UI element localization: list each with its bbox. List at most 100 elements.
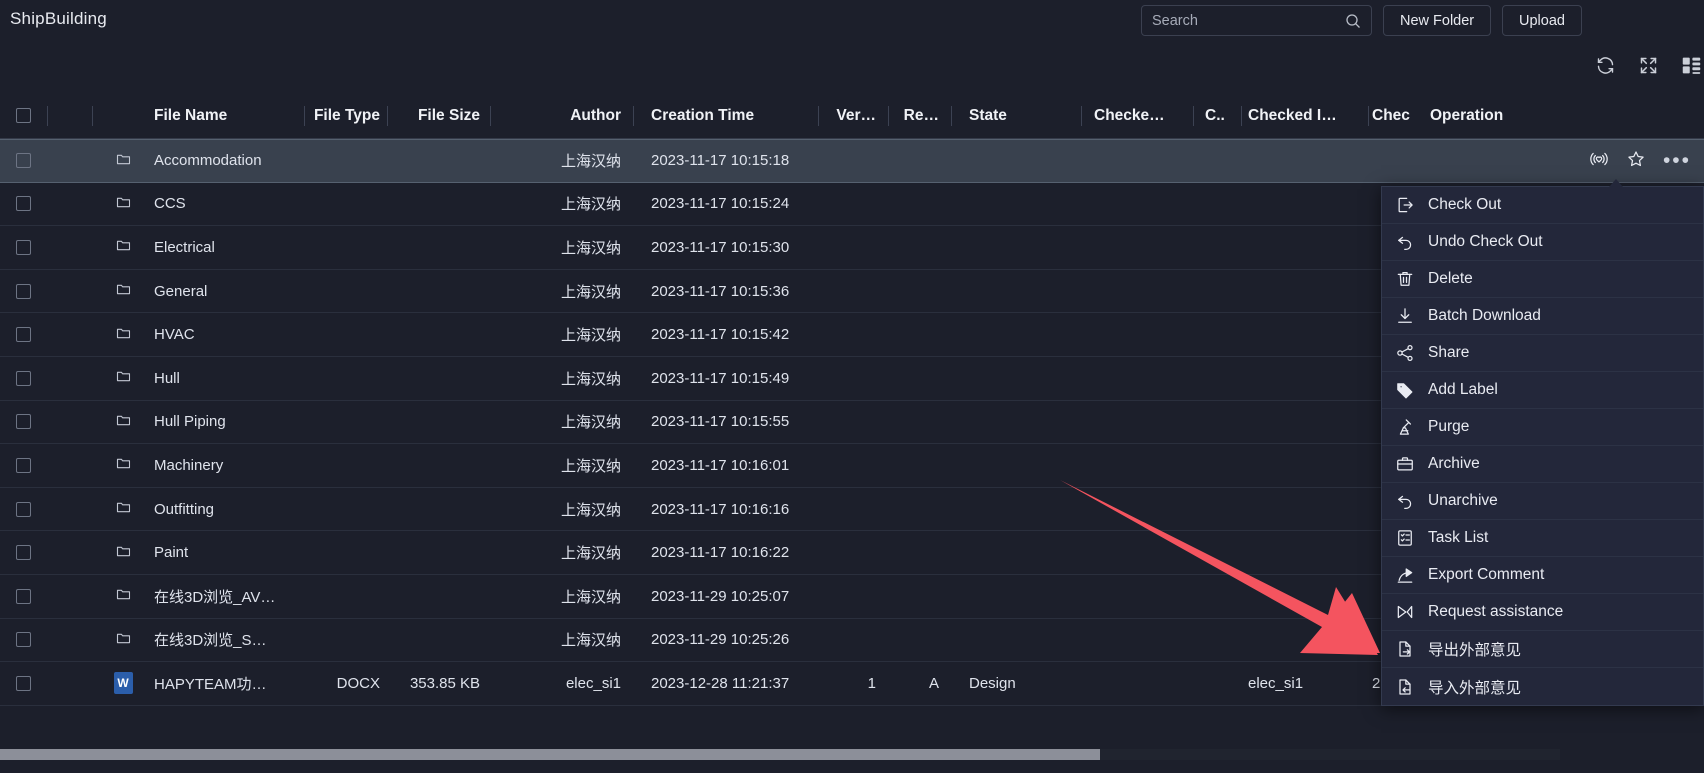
author-cell: 上海汉纳 [560,196,621,214]
file-name-cell[interactable]: Electrical [154,226,304,269]
file-name-cell[interactable]: 在线3D浏览_S… [154,619,304,662]
search-box[interactable] [1141,5,1372,36]
row-checkbox[interactable] [16,632,31,648]
file-name-cell[interactable]: Hull [154,357,304,400]
menu-item-13[interactable]: 导出外部意见 [1382,631,1703,668]
search-input[interactable] [1152,12,1345,29]
horizontal-scrollbar-thumb[interactable] [0,749,1100,760]
file-name-cell[interactable]: Machinery [154,444,304,487]
fullscreen-icon[interactable] [1638,55,1659,76]
file-name-cell[interactable]: CCS [154,183,304,226]
menu-item-label: Add Label [1428,381,1498,398]
header-checked-d[interactable]: Chec [1368,93,1420,139]
file-type-icon-cell [92,619,154,662]
file-size-cell [387,140,487,182]
checked-by-cell [1081,270,1193,313]
new-folder-button[interactable]: New Folder [1383,5,1492,36]
row-favorite-cell [47,313,92,356]
header-revision[interactable]: Re… [888,93,951,139]
menu-item-6[interactable]: Add Label [1382,372,1703,409]
table-header-row: File Name File Type File Size Author Cre… [0,93,1704,139]
file-type-cell [304,531,387,574]
row-checkbox[interactable] [16,588,31,604]
row-checkbox-cell [0,313,47,356]
row-checkbox[interactable] [16,327,31,343]
checked-in-cell [1241,140,1368,182]
menu-item-9[interactable]: Unarchive [1382,483,1703,520]
file-size-cell [387,401,487,444]
row-checkbox[interactable] [16,283,31,299]
header-checked-in[interactable]: Checked I… [1241,93,1368,139]
file-type-icon-cell: W [92,662,154,705]
file-name-cell[interactable]: 在线3D浏览_AV… [154,575,304,618]
breadcrumb[interactable]: ShipBuilding [10,9,107,29]
menu-item-4[interactable]: Batch Download [1382,298,1703,335]
row-checkbox-cell [0,183,47,226]
checked-by-cell [1081,444,1193,487]
refresh-icon[interactable] [1595,55,1616,76]
file-type-cell [304,183,387,226]
row-checkbox[interactable] [16,675,31,691]
author-cell: 上海汉纳 [560,545,621,563]
header-c[interactable]: C.. [1193,93,1241,139]
header-file-name[interactable]: File Name [154,93,304,139]
menu-item-11[interactable]: Export Comment [1382,557,1703,594]
menu-item-5[interactable]: Share [1382,335,1703,372]
file-name-cell[interactable]: General [154,270,304,313]
header-creation-time[interactable]: Creation Time [633,93,818,139]
row-favorite-cell [47,531,92,574]
file-name-cell[interactable]: Paint [154,531,304,574]
menu-item-10[interactable]: Task List [1382,520,1703,557]
header-file-type[interactable]: File Type [304,93,387,139]
file-size-cell [387,444,487,487]
file-type-cell [304,444,387,487]
download-icon [1394,306,1415,326]
file-name-cell[interactable]: Outfitting [154,488,304,531]
header-author[interactable]: Author [490,93,633,139]
header-state[interactable]: State [951,93,1081,139]
layout-columns-icon[interactable] [1681,55,1702,76]
more-dots-icon[interactable]: ••• [1663,150,1691,171]
row-checkbox[interactable] [16,501,31,517]
row-checkbox[interactable] [16,153,31,169]
version-cell [818,226,888,269]
menu-item-7[interactable]: Purge [1382,409,1703,446]
file-name-cell[interactable]: Accommodation [154,140,304,182]
menu-item-14[interactable]: 导入外部意见 [1382,668,1703,705]
broadcast-heart-icon[interactable] [1589,149,1609,173]
select-all-checkbox[interactable] [16,108,31,123]
menu-item-8[interactable]: Archive [1382,446,1703,483]
row-checkbox[interactable] [16,196,31,212]
row-checkbox[interactable] [16,545,31,561]
revision-cell [888,619,951,662]
file-name-cell[interactable]: HAPYTEAM功… [154,662,304,705]
folder-icon [115,455,132,475]
header-checked-by[interactable]: Checke… [1081,93,1193,139]
row-checkbox[interactable] [16,370,31,386]
version-cell [818,140,888,182]
menu-item-12[interactable]: Request assistance [1382,594,1703,631]
revision-cell [888,183,951,226]
table-row[interactable]: Accommodation 上海汉纳 2023-11-17 10:15:18 •… [0,139,1704,183]
menu-item-label: Task List [1428,529,1489,546]
row-checkbox[interactable] [16,457,31,473]
row-checkbox[interactable] [16,239,31,255]
menu-item-label: Purge [1428,418,1470,435]
row-checkbox-cell [0,357,47,400]
broom-icon [1394,417,1415,437]
upload-button[interactable]: Upload [1502,5,1582,36]
file-name-cell[interactable]: HVAC [154,313,304,356]
menu-item-3[interactable]: Delete [1382,261,1703,298]
file-name-cell[interactable]: Hull Piping [154,401,304,444]
menu-item-1[interactable]: Check Out [1382,187,1703,224]
row-checkbox[interactable] [16,414,31,430]
header-version[interactable]: Ver… [818,93,888,139]
horizontal-scrollbar[interactable] [0,749,1560,760]
checked-in-cell [1241,183,1368,226]
menu-item-label: Archive [1428,455,1480,472]
menu-item-2[interactable]: Undo Check Out [1382,224,1703,261]
operation-cell: ••• [1420,140,1704,182]
checked-in-cell [1241,444,1368,487]
star-icon[interactable] [1626,149,1646,173]
header-file-size[interactable]: File Size [387,93,487,139]
